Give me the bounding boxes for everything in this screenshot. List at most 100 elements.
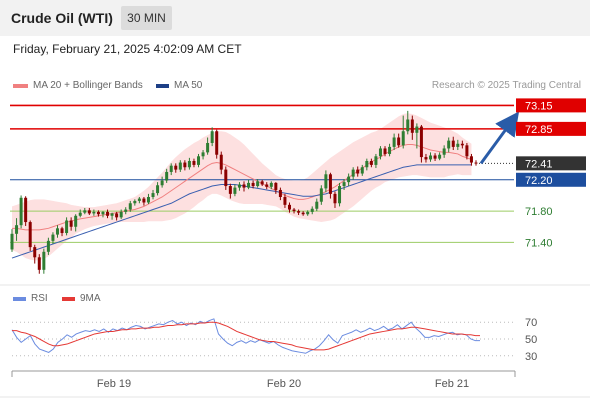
candle-body: [469, 156, 473, 163]
candle-body: [174, 165, 178, 170]
candle: [419, 124, 423, 163]
candle-body: [51, 234, 55, 241]
candle-body: [101, 211, 105, 215]
candle-body: [201, 152, 205, 157]
candle-body: [124, 209, 128, 212]
level-label: 71.80: [525, 206, 553, 218]
candle-body: [451, 140, 455, 147]
candle-body: [260, 181, 264, 185]
candle-body: [415, 126, 419, 133]
candle-body: [192, 160, 196, 165]
candle-body: [401, 131, 405, 146]
candle-body: [87, 210, 91, 214]
candle-body: [319, 188, 323, 202]
candle-body: [265, 184, 269, 187]
candle-body: [219, 154, 223, 170]
candle-body: [151, 193, 155, 198]
candle-body: [96, 211, 100, 215]
candle-body: [324, 174, 328, 189]
candle-body: [133, 200, 137, 204]
candle-body: [224, 169, 228, 187]
candle-body: [351, 169, 355, 177]
candle-body: [338, 186, 342, 204]
candle-body: [369, 160, 373, 165]
price-chart: 73.15 72.85 72.20 71.80 71.40 72.41 70 50 30 Fe…: [0, 98, 590, 398]
candle-body: [165, 171, 169, 181]
candle-body: [137, 198, 141, 201]
candle-body: [119, 211, 123, 218]
candle-body: [388, 146, 392, 154]
candle-body: [10, 233, 14, 250]
rsi-tick-label: 70: [525, 317, 537, 329]
candle-body: [142, 198, 146, 203]
level-label: 71.40: [525, 237, 553, 249]
candle-body: [419, 126, 423, 158]
candle-body: [392, 137, 396, 147]
candle-body: [28, 222, 32, 248]
candle-body: [156, 185, 160, 194]
candle-body: [292, 209, 296, 212]
candle-body: [146, 197, 150, 203]
candle-body: [429, 155, 433, 160]
candle-body: [256, 181, 260, 187]
candle: [24, 196, 28, 226]
candle-body: [106, 211, 110, 216]
candle-body: [24, 197, 28, 223]
candle-body: [328, 174, 332, 194]
candle-body: [474, 162, 478, 164]
candle-body: [92, 211, 96, 214]
rsi-line: [11, 318, 480, 354]
candle: [19, 195, 23, 229]
candle-body: [333, 193, 337, 204]
candle-body: [178, 162, 182, 170]
candle-body: [60, 228, 64, 234]
candle-body: [237, 184, 241, 188]
candle-body: [15, 225, 19, 234]
candle-body: [206, 142, 210, 153]
level-label: 73.15: [525, 100, 553, 112]
candle-body: [210, 131, 214, 143]
candle-body: [169, 165, 173, 172]
candle-body: [228, 186, 232, 194]
candle-body: [283, 197, 287, 205]
candle-body: [424, 157, 428, 160]
candle-body: [55, 228, 59, 235]
candle-body: [115, 213, 119, 218]
candle-body: [269, 182, 273, 187]
candle-body: [465, 145, 469, 157]
candle-body: [187, 160, 191, 168]
candle-body: [65, 220, 69, 234]
candle-body: [274, 182, 278, 190]
candle: [33, 244, 37, 264]
candle-body: [33, 247, 37, 258]
candle-body: [360, 167, 364, 174]
candle-body: [19, 197, 23, 226]
rsi-ma-line: [12, 321, 480, 351]
candle-body: [365, 160, 369, 168]
candle-body: [410, 119, 414, 133]
candle: [474, 160, 478, 166]
candle-body: [310, 208, 314, 212]
candle-body: [460, 143, 464, 146]
candle-body: [306, 211, 310, 215]
candle-body: [197, 156, 201, 165]
candle-body: [397, 137, 401, 146]
x-tick-label: Feb 19: [97, 378, 131, 390]
candle-body: [438, 154, 442, 159]
x-tick-label: Feb 20: [267, 378, 301, 390]
candle-body: [356, 169, 360, 174]
candle-body: [128, 203, 132, 210]
candle-body: [315, 201, 319, 209]
candle: [215, 129, 219, 159]
level-label: 72.20: [525, 175, 553, 187]
candle-body: [378, 148, 382, 157]
candle: [28, 220, 32, 252]
candle-body: [342, 182, 346, 187]
candle-body: [251, 182, 255, 187]
level-label: 72.85: [525, 124, 553, 136]
candle-body: [433, 155, 437, 159]
candle-body: [46, 240, 50, 252]
candle-body: [442, 148, 446, 155]
candle-body: [278, 189, 282, 198]
rsi-tick-label: 50: [525, 334, 537, 346]
